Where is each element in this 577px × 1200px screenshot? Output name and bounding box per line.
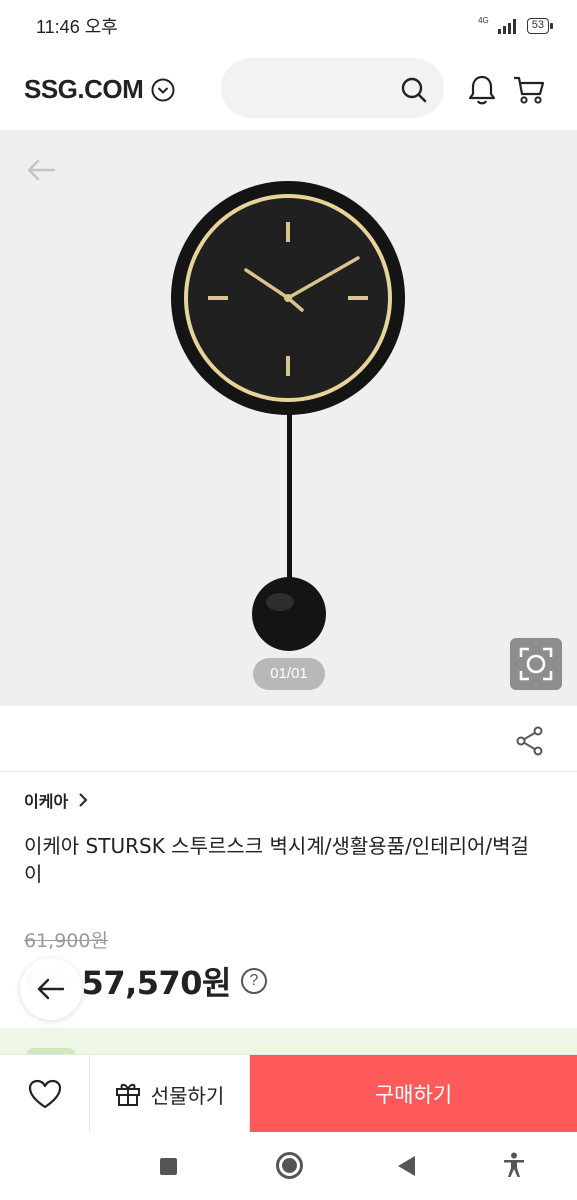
recent-apps-icon[interactable]: [160, 1158, 177, 1175]
price-help-icon[interactable]: ?: [240, 968, 267, 994]
lens-search-button[interactable]: [510, 638, 562, 690]
system-nav-bar: [0, 1132, 577, 1200]
cart-icon[interactable]: [512, 74, 546, 106]
heart-icon: [28, 1079, 61, 1109]
chevron-right-icon: [79, 793, 88, 807]
status-bar: 11:46 오후 4G 53: [0, 0, 577, 52]
share-icon[interactable]: [516, 726, 544, 756]
brand-link[interactable]: 이케아: [24, 788, 88, 812]
like-button[interactable]: [0, 1055, 90, 1133]
chevron-down-icon[interactable]: [151, 78, 175, 102]
product-image-gallery[interactable]: 01/01: [0, 130, 577, 706]
status-indicators: 4G 53: [478, 15, 554, 34]
logo-text: SSG.COM: [24, 74, 144, 104]
accessibility-icon[interactable]: [502, 1152, 526, 1178]
product-title: 이케아 STURSK 스투르스크 벽시계/생활용품/인테리어/벽걸이: [24, 834, 529, 886]
site-logo[interactable]: SSG.COM: [24, 74, 175, 105]
battery-indicator: 53: [526, 18, 554, 34]
status-time: 11:46 오후: [36, 17, 118, 37]
signal-icon: [497, 19, 516, 34]
search-input[interactable]: [221, 58, 444, 118]
image-counter: 01/01: [253, 658, 325, 690]
original-price: 61,900원: [24, 930, 108, 952]
buy-label: 구매하기: [374, 1083, 453, 1107]
lens-search-icon: [519, 647, 553, 681]
search-icon[interactable]: [400, 76, 428, 104]
gift-label: 선물하기: [150, 1083, 225, 1108]
floating-back-button[interactable]: [20, 958, 82, 1020]
bell-icon[interactable]: [467, 74, 497, 106]
back-arrow-icon[interactable]: [26, 158, 56, 182]
product-photo: [171, 181, 405, 651]
buy-button[interactable]: 구매하기: [250, 1055, 577, 1133]
nav-back-icon[interactable]: [398, 1156, 415, 1176]
promo-banner[interactable]: [0, 1028, 577, 1056]
network-type: 4G: [478, 15, 489, 25]
sale-price: 57,570원: [81, 964, 232, 1002]
gift-icon: [115, 1083, 140, 1106]
gift-button[interactable]: 선물하기: [90, 1055, 250, 1133]
share-row: [0, 706, 577, 772]
home-icon[interactable]: [276, 1152, 303, 1179]
back-arrow-icon: [37, 978, 65, 1000]
brand-name: 이케아: [24, 792, 69, 811]
purchase-action-bar: 선물하기 구매하기: [0, 1054, 577, 1133]
header: SSG.COM: [0, 52, 577, 130]
